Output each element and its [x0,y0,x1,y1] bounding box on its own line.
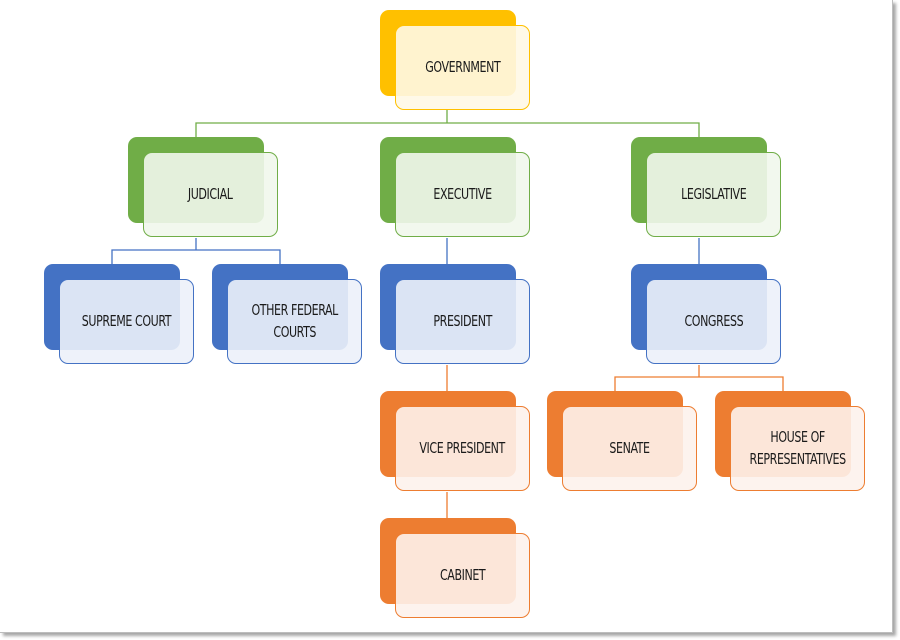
node-box: Legislative [646,152,781,237]
node-box: Congress [646,279,781,364]
node-supreme-court: Supreme Court [44,264,196,366]
node-label: Legislative [680,184,747,203]
connector-congress-chambers [614,365,784,391]
node-box: Executive [395,152,530,237]
node-box: Government [395,25,530,110]
connector-government-branches [195,110,700,137]
connector-judicial-courts [111,238,281,264]
node-label: Senate [609,438,650,457]
node-box: House of Representatives [730,406,865,491]
node-senate: Senate [547,391,699,493]
node-box: Other Federal Courts [227,279,362,364]
node-vice-president: Vice President [380,391,532,493]
node-president: President [380,264,532,366]
node-other-federal-courts: Other Federal Courts [212,264,364,366]
node-label: Vice President [419,438,506,457]
node-box: Judicial [143,152,278,237]
node-executive: Executive [380,137,532,239]
node-label: Cabinet [439,565,486,584]
node-box: Senate [562,406,697,491]
node-cabinet: Cabinet [380,518,532,620]
node-box: Supreme Court [59,279,194,364]
node-label: Government [424,57,501,76]
node-label: House of Representatives [749,427,846,468]
node-box: Cabinet [395,533,530,618]
node-box: Vice President [395,406,530,491]
node-box: President [395,279,530,364]
node-house-of-representatives: House of Representatives [715,391,867,493]
node-label: Executive [433,184,492,203]
node-label: Congress [684,311,743,330]
node-label: President [433,311,492,330]
node-government: Government [380,10,532,112]
node-label: Supreme Court [81,311,172,330]
node-congress: Congress [631,264,783,366]
node-legislative: Legislative [631,137,783,239]
node-label: Judicial [188,184,233,203]
node-judicial: Judicial [128,137,280,239]
node-label: Other Federal Courts [251,300,338,341]
